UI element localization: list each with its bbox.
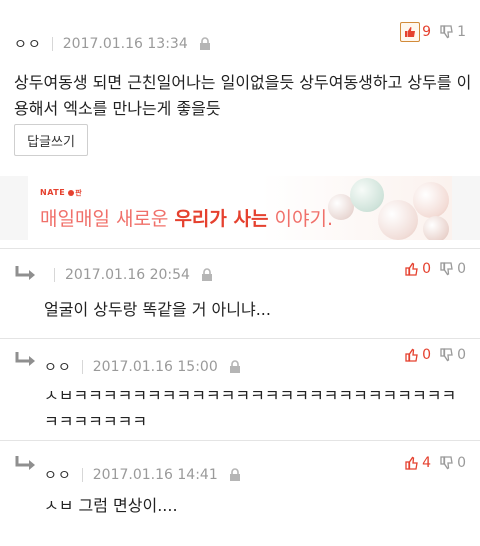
downvote-count: 0: [457, 347, 466, 363]
slogan-end: 이야기.: [268, 208, 334, 230]
reply-author[interactable]: ㅇㅇ: [44, 465, 72, 485]
lock-icon[interactable]: [228, 360, 242, 374]
brand-tag: 판: [75, 189, 83, 197]
thumbs-down-icon: [439, 24, 455, 40]
reply-text: 얼굴이 상두랑 똑같을 거 아니냐...: [44, 300, 271, 319]
brand-dot: [68, 189, 75, 196]
nate-logo: NATE 판: [40, 188, 82, 198]
thumbs-up-icon: [404, 347, 420, 363]
upvote-button[interactable]: 4: [404, 455, 431, 471]
main-comment: ㅇㅇ 2017.01.16 13:34 9 1 상두여동생 되면 근친일어나는 …: [0, 0, 480, 162]
reply-author[interactable]: ㅇㅇ: [44, 357, 72, 377]
reply-text: ㅅㅂ 그럼 면상이....: [44, 496, 178, 515]
reply-item: 2017.01.16 20:54 0 0 얼굴이 상두랑 똑같을 거 아니냐..…: [0, 248, 480, 339]
pearl-decoration: [423, 216, 449, 240]
divider: [51, 37, 53, 51]
reply-votes: 0 0: [404, 347, 466, 363]
thumbs-down-icon: [439, 455, 455, 471]
banner-slogan: 매일매일 새로운 우리가 사는 이야기.: [40, 204, 333, 231]
reply-item: ㅇㅇ 2017.01.16 15:00 0 0 ㅅㅂㅋㅋㅋㅋㅋㅋㅋㅋㅋㅋㅋㅋㅋㅋ…: [0, 338, 480, 441]
divider: [54, 268, 55, 282]
downvote-count: 1: [457, 24, 466, 40]
reply-meta: 2017.01.16 20:54: [44, 267, 214, 283]
reply-votes: 0 0: [404, 261, 466, 277]
thumbs-up-icon: [404, 455, 420, 471]
reply-datetime: 2017.01.16 14:41: [92, 467, 218, 483]
thumbs-up-icon: [400, 22, 421, 42]
reply-datetime: 2017.01.16 15:00: [92, 359, 218, 375]
upvote-button[interactable]: 9: [400, 22, 431, 42]
downvote-button[interactable]: 0: [439, 455, 466, 471]
thumbs-up-icon: [404, 261, 420, 277]
reply-arrow-icon: [14, 351, 38, 369]
slogan-highlight: 우리가 사는: [174, 208, 269, 230]
lock-icon[interactable]: [200, 268, 214, 282]
downvote-count: 0: [457, 261, 466, 277]
downvote-button[interactable]: 0: [439, 347, 466, 363]
upvote-button[interactable]: 0: [404, 347, 431, 363]
downvote-count: 0: [457, 455, 466, 471]
write-reply-button[interactable]: 답글쓰기: [14, 124, 88, 156]
upvote-count: 4: [422, 455, 432, 471]
upvote-count: 0: [422, 347, 432, 363]
brand-name: NATE: [40, 188, 66, 197]
divider: [81, 468, 83, 482]
lock-icon[interactable]: [228, 468, 242, 482]
comment-text: 상두여동생 되면 근친일어나는 일이없을듯 상두여동생하고 상두를 이용해서 엑…: [14, 73, 472, 118]
downvote-button[interactable]: 1: [439, 24, 466, 40]
upvote-button[interactable]: 0: [404, 261, 431, 277]
comment-votes: 9 1: [400, 22, 466, 42]
upvote-count: 9: [422, 24, 432, 40]
reply-arrow-icon: [14, 265, 38, 283]
downvote-button[interactable]: 0: [439, 261, 466, 277]
upvote-count: 0: [422, 261, 432, 277]
reply-datetime: 2017.01.16 20:54: [65, 267, 190, 283]
reply-arrow-icon: [14, 455, 38, 473]
thumbs-down-icon: [439, 261, 455, 277]
banner-content: NATE 판 매일매일 새로운 우리가 사는 이야기.: [28, 176, 452, 240]
thumbs-down-icon: [439, 347, 455, 363]
comment-datetime: 2017.01.16 13:34: [62, 36, 188, 52]
ad-banner[interactable]: NATE 판 매일매일 새로운 우리가 사는 이야기.: [0, 176, 480, 240]
reply-meta: ㅇㅇ 2017.01.16 14:41: [44, 465, 242, 485]
pearl-decoration: [413, 182, 449, 218]
reply-meta: ㅇㅇ 2017.01.16 15:00: [44, 357, 242, 377]
reply-text: ㅅㅂㅋㅋㅋㅋㅋㅋㅋㅋㅋㅋㅋㅋㅋㅋㅋㅋㅋㅋㅋㅋㅋㅋㅋㅋㅋㅋㅋㅋㅋㅋㅋㅋㅋ: [44, 386, 457, 431]
pearl-decoration: [378, 200, 418, 240]
divider: [81, 360, 83, 374]
reply-item: ㅇㅇ 2017.01.16 14:41 4 0 ㅅㅂ 그럼 면상이....: [0, 440, 480, 546]
slogan-plain: 매일매일 새로운: [40, 208, 175, 230]
comment-meta: ㅇㅇ 2017.01.16 13:34: [14, 34, 212, 54]
lock-icon[interactable]: [198, 37, 212, 51]
pearl-decoration: [350, 178, 384, 212]
comment-author[interactable]: ㅇㅇ: [14, 34, 42, 54]
reply-votes: 4 0: [404, 455, 466, 471]
